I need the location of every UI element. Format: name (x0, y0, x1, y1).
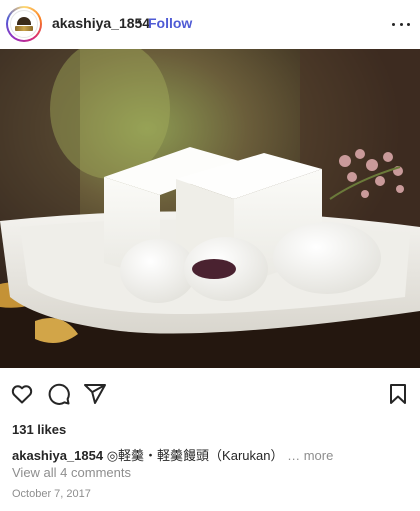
send-paper-plane-icon[interactable] (81, 380, 109, 408)
avatar-ring (8, 8, 40, 40)
post-photo[interactable] (0, 49, 420, 368)
bun-right (273, 222, 381, 294)
heart-icon[interactable] (8, 380, 36, 408)
send-glyph (84, 384, 106, 404)
bookmark-icon[interactable] (384, 380, 412, 408)
photo-illustration (0, 49, 420, 368)
caption: akashiya_1854 ◎軽羹・軽羹饅頭（Karukan） … more (12, 445, 333, 464)
follow-button[interactable]: Follow (148, 15, 192, 31)
logo-crest (17, 17, 31, 25)
caption-more-link[interactable]: … more (287, 448, 333, 463)
post-date: October 7, 2017 (12, 488, 91, 500)
username[interactable]: akashiya_1854 (52, 15, 150, 31)
dot-1 (392, 22, 395, 26)
separator-dot: • (137, 14, 142, 29)
more-options-icon[interactable] (392, 15, 410, 33)
dot-2 (399, 22, 403, 26)
brand-logo (10, 10, 38, 38)
caption-username[interactable]: akashiya_1854 (12, 448, 103, 463)
post-header: akashiya_1854 • Follow (0, 0, 420, 48)
bookmark-glyph (390, 384, 406, 404)
action-bar (0, 380, 420, 412)
view-comments-link[interactable]: View all 4 comments (12, 465, 131, 480)
heart-glyph (11, 385, 33, 404)
dot-3 (407, 22, 410, 26)
likes-count[interactable]: 131 likes (12, 422, 66, 437)
caption-text: ◎軽羹・軽羹饅頭（Karukan） (103, 448, 284, 463)
comment-glyph (48, 383, 70, 405)
logo-wordmark (15, 26, 33, 31)
avatar[interactable] (6, 6, 42, 42)
red-bean-filling (192, 259, 236, 279)
comment-bubble-icon[interactable] (45, 380, 73, 408)
